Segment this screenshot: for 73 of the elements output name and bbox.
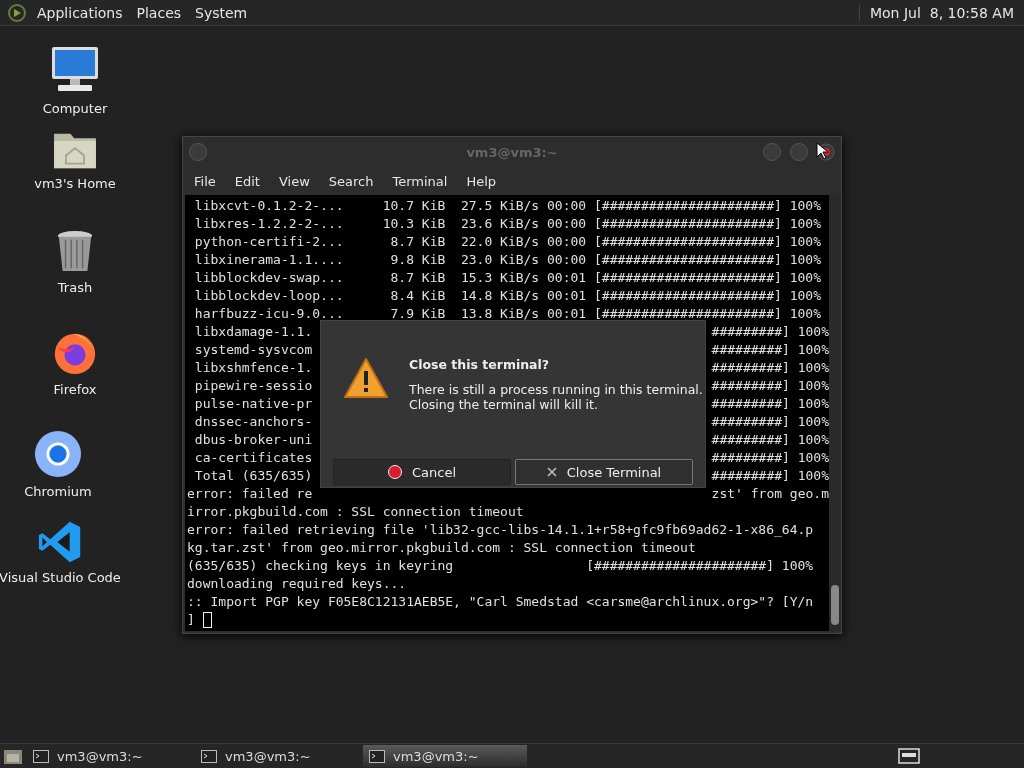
- terminal-line: error: failed retrieving file 'lib32-gcc-libs-14.1.1+r58+gfc9fb69ad62-1-x86_64.p: [187, 521, 814, 539]
- panel-menu[interactable]: Applications: [30, 4, 130, 21]
- terminal-line: #########] 100%: [711, 323, 829, 341]
- menu-item[interactable]: Edit: [226, 173, 271, 189]
- terminal-line: python-certifi-2... 8.7 KiB 22.0 KiB/s 00:00 [######################] 100%: [193, 233, 821, 251]
- terminal-line: error: failed re: [187, 485, 313, 503]
- cancel-button[interactable]: Cancel: [333, 459, 511, 485]
- terminal-line: #########] 100%: [711, 395, 829, 413]
- taskbar-button[interactable]: vm3@vm3:~: [363, 745, 527, 767]
- terminal-line: libxdamage-1.1.: [193, 323, 313, 341]
- terminal-line: libxshmfence-1.: [193, 359, 313, 377]
- dialog-title: Close this terminal?: [409, 357, 551, 372]
- terminal-line: #########] 100%: [711, 431, 829, 449]
- menu-item[interactable]: Help: [458, 173, 508, 189]
- terminal-line: #########] 100%: [711, 359, 829, 377]
- taskbar-button[interactable]: vm3@vm3:~: [195, 745, 359, 767]
- desktop-icon-label[interactable]: Computer: [42, 101, 108, 116]
- menu-item[interactable]: File: [186, 173, 227, 189]
- terminal-line: #########] 100%: [711, 377, 829, 395]
- workspace-icon[interactable]: [898, 748, 920, 764]
- desktop-icon-label[interactable]: Firefox: [53, 382, 97, 397]
- dialog-message: Closing the terminal will kill it.: [409, 397, 599, 412]
- taskbar-button[interactable]: vm3@vm3:~: [27, 745, 191, 767]
- terminal-line: (635/635) checking keys in keyring [######################] 100%: [187, 557, 814, 575]
- terminal-line: :: Import PGP key F05E8C12131AEB5E, "Carl Smedstad <carsme@archlinux.org>"? [Y/n: [187, 593, 814, 611]
- show-desktop-icon[interactable]: [3, 747, 23, 765]
- chromium-icon[interactable]: [34, 430, 82, 478]
- terminal-line: Total (635/635): [193, 467, 313, 485]
- terminal-line: systemd-sysvcom: [193, 341, 313, 359]
- desktop-icon-label[interactable]: Trash: [57, 280, 93, 295]
- terminal-icon: [369, 749, 385, 763]
- terminal-line: dbus-broker-uni: [193, 431, 313, 449]
- terminal-line: libblockdev-loop... 8.4 KiB 14.8 KiB/s 00:01 [######################] 100%: [193, 287, 821, 305]
- terminal-line: pulse-native-pr: [193, 395, 313, 413]
- close-icon: [546, 467, 557, 477]
- terminal-line: irror.pkgbuild.com : SSL connection timeout: [187, 503, 524, 521]
- panel-menu[interactable]: System: [188, 4, 255, 21]
- menu-item[interactable]: Terminal: [384, 173, 459, 189]
- window-title: vm3@vm3:~: [466, 144, 558, 160]
- panel-menu[interactable]: Places: [129, 4, 189, 21]
- dialog-message: There is still a process running in this terminal.: [409, 382, 703, 397]
- desktop-icon-label[interactable]: Chromium: [24, 484, 92, 499]
- code-editor-icon[interactable]: [38, 520, 82, 564]
- desktop-icon-label[interactable]: vm3's Home: [34, 176, 116, 191]
- logo-icon[interactable]: [8, 3, 26, 22]
- terminal-line: libblockdev-swap... 8.7 KiB 15.3 KiB/s 00:01 [######################] 100%: [193, 269, 821, 287]
- menu-item[interactable]: View: [270, 173, 321, 189]
- stop-icon: [387, 465, 402, 479]
- trash-icon[interactable]: [56, 230, 94, 274]
- terminal-line: kg.tar.zst' from geo.mirror.pkgbuild.com : SSL connection timeout: [187, 539, 696, 557]
- terminal-line: libxres-1.2.2-2-... 10.3 KiB 23.6 KiB/s 00:00 [######################] 100%: [193, 215, 821, 233]
- terminal-icon: [201, 749, 217, 763]
- terminal-line: pipewire-sessio: [193, 377, 313, 395]
- terminal-line: libxinerama-1.1.... 9.8 KiB 23.0 KiB/s 00:00 [######################] 100%: [193, 251, 821, 269]
- terminal-line: ca-certificates: [193, 449, 313, 467]
- terminal-line: ]: [187, 611, 195, 629]
- terminal-line: harfbuzz-icu-9.0... 7.9 KiB 13.8 KiB/s 00:01 [######################] 100%: [193, 305, 821, 323]
- mouse-pointer-icon: [816, 142, 828, 160]
- desktop-icon-label[interactable]: Visual Studio Code: [0, 570, 121, 585]
- clock[interactable]: Mon Jul 8, 10:58 AM: [858, 4, 1024, 21]
- warning-icon: [343, 357, 389, 399]
- terminal-icon: [33, 749, 49, 763]
- terminal-line: zst' from geo.m: [711, 485, 829, 503]
- terminal-line: #########] 100%: [711, 341, 829, 359]
- terminal-line: #########] 100%: [711, 467, 829, 485]
- menu-item[interactable]: Search: [320, 173, 385, 189]
- scrollbar[interactable]: [829, 195, 841, 631]
- terminal-line: dnssec-anchors-: [193, 413, 313, 431]
- terminal-line: #########] 100%: [711, 413, 829, 431]
- terminal-line: libxcvt-0.1.2-2-... 10.7 KiB 27.5 KiB/s 00:00 [######################] 100%: [193, 197, 821, 215]
- close-terminal-button[interactable]: Close Terminal: [515, 459, 693, 485]
- terminal-line: #########] 100%: [711, 449, 829, 467]
- terminal-line: downloading required keys...: [187, 575, 407, 593]
